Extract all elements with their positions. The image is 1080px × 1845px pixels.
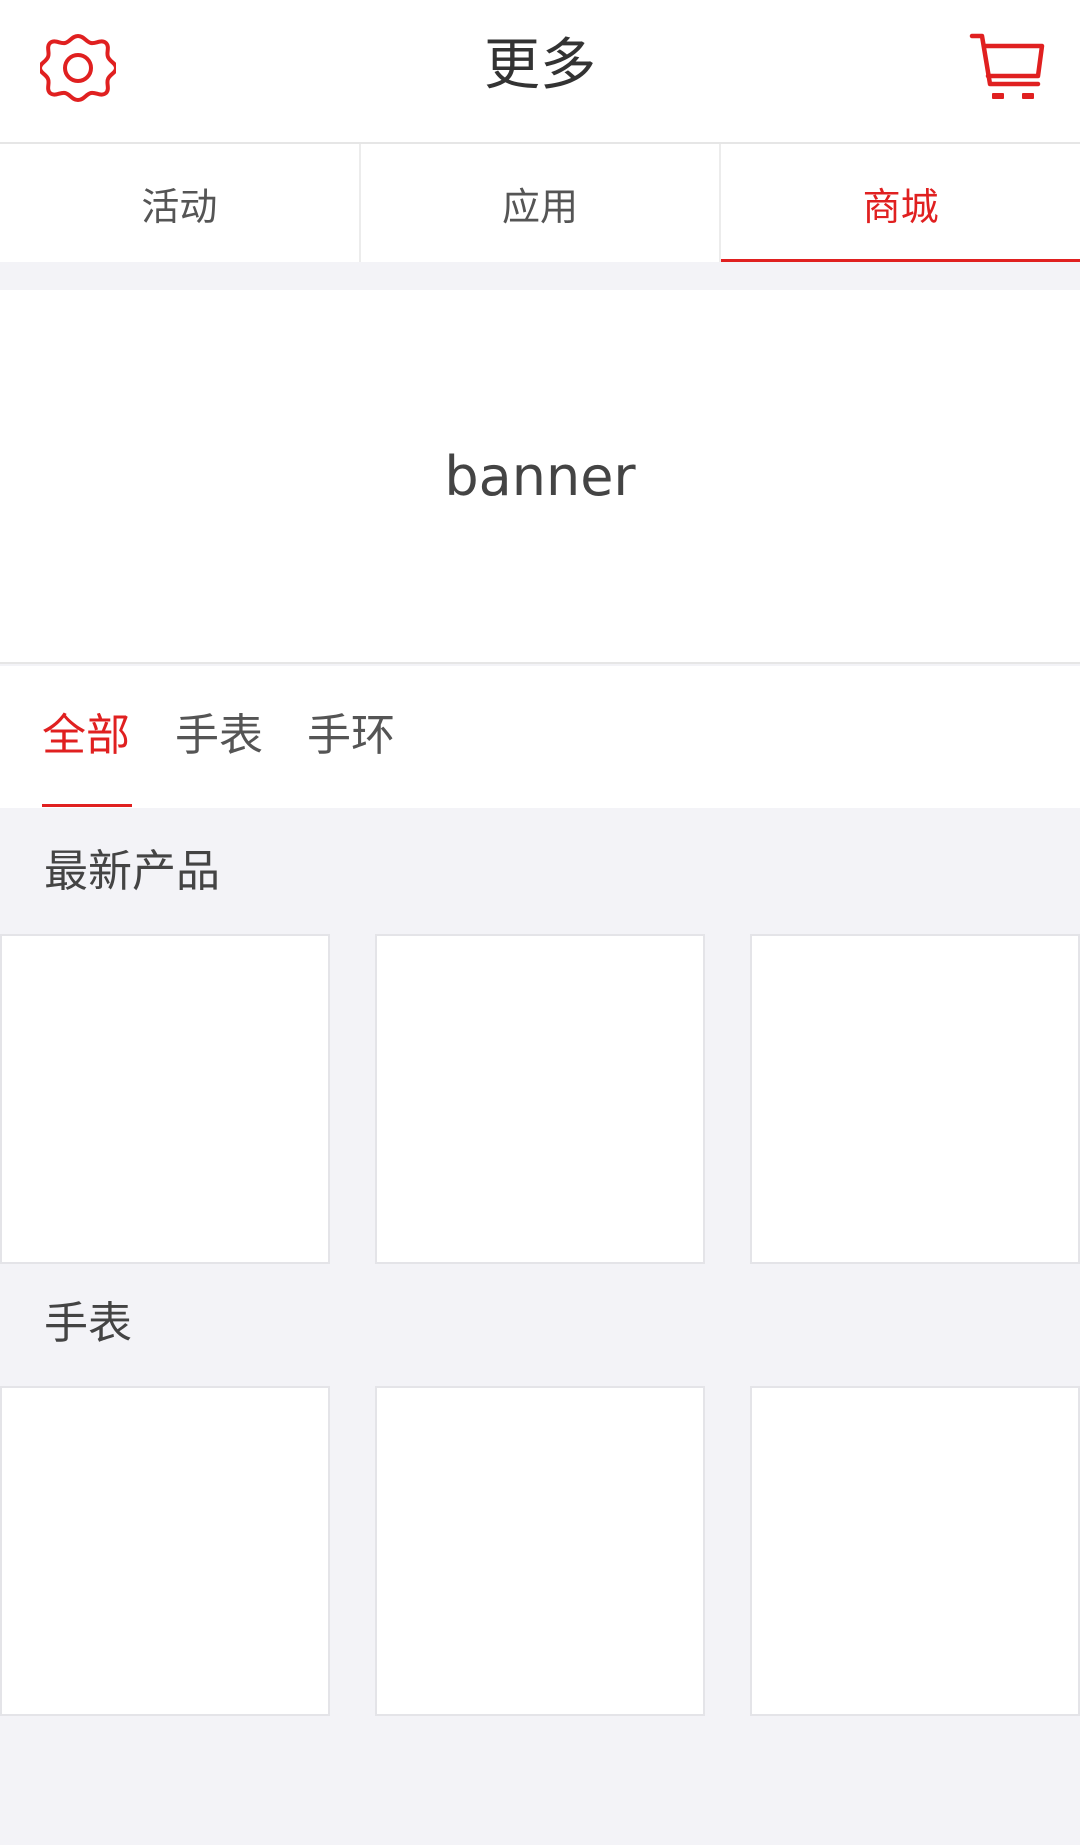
category-tab-all[interactable]: 全部 (42, 706, 130, 766)
product-card[interactable] (0, 934, 330, 1264)
product-card[interactable] (750, 1386, 1080, 1716)
section-title-latest: 最新产品 (44, 846, 220, 897)
category-tab-watch[interactable]: 手表 (175, 706, 263, 766)
page-title: 更多 (484, 33, 596, 98)
nav-bar: 更多 (0, 0, 1080, 144)
banner[interactable]: banner (0, 290, 1080, 664)
category-tab-band[interactable]: 手环 (307, 706, 395, 766)
category-tab-bar: 全部 手表 手环 (0, 666, 1080, 808)
cart-button[interactable] (966, 28, 1050, 112)
tab-apps[interactable]: 应用 (358, 144, 720, 262)
shopping-cart-icon (969, 33, 1045, 99)
active-tab-indicator (42, 804, 132, 807)
product-card[interactable] (0, 1386, 330, 1716)
tab-activities[interactable]: 活动 (0, 144, 359, 262)
product-card[interactable] (750, 934, 1080, 1264)
top-tab-bar: 活动 应用 商城 (0, 144, 1080, 262)
product-card[interactable] (375, 934, 705, 1264)
tab-store[interactable]: 商城 (719, 144, 1080, 262)
section-title-watches: 手表 (44, 1298, 132, 1349)
product-card[interactable] (375, 1386, 705, 1716)
